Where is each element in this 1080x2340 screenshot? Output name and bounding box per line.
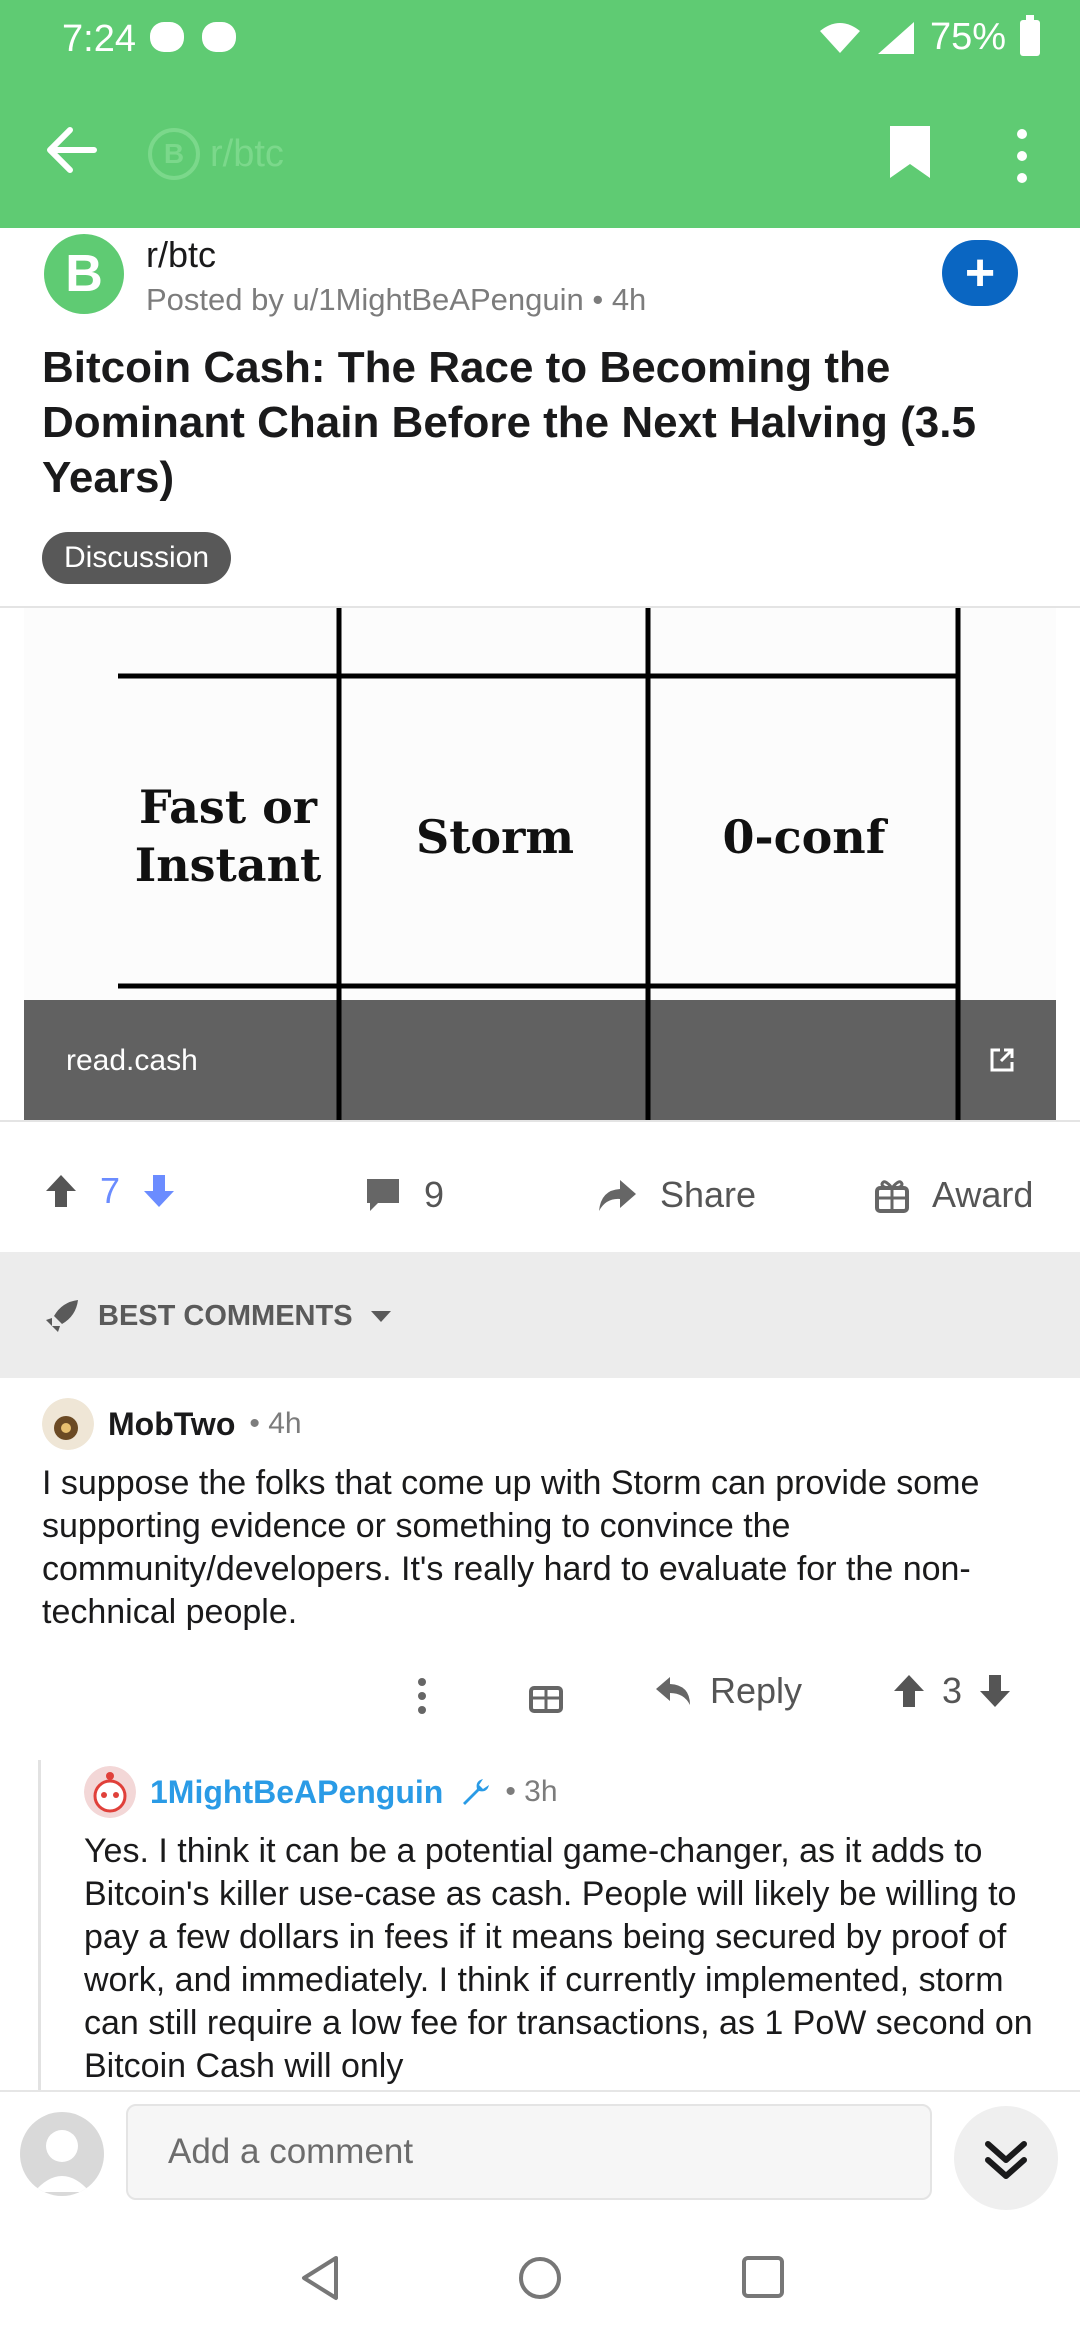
comment-compose-bar: Add a comment	[0, 2090, 1080, 2220]
avatar[interactable]	[42, 1398, 94, 1450]
downvote-icon[interactable]	[978, 1673, 1012, 1709]
preview-lines-overlay	[336, 1000, 961, 1120]
nav-recents-icon[interactable]	[740, 2254, 786, 2300]
status-right: 75%	[818, 14, 1040, 59]
collapse-comments-button[interactable]	[954, 2106, 1058, 2210]
double-chevron-down-icon	[985, 2141, 1027, 2179]
wrench-icon	[463, 1779, 490, 1805]
back-arrow-icon[interactable]	[42, 120, 102, 180]
battery-icon	[1020, 14, 1040, 56]
comment-time: • 3h	[505, 1775, 558, 1808]
reply-label: Reply	[710, 1670, 803, 1711]
avatar[interactable]	[84, 1766, 136, 1818]
bitcoin-icon: B	[148, 128, 200, 180]
comment-author[interactable]: MobTwo	[108, 1406, 235, 1443]
comment-score: 3	[942, 1670, 963, 1711]
comment-body: Yes. I think it can be a potential game-…	[84, 1832, 1033, 2085]
comment-sort-bar[interactable]: BEST COMMENTS	[0, 1252, 1080, 1378]
comments-count: 9	[424, 1174, 445, 1215]
comment-header[interactable]: 1MightBeAPenguin • 3h	[84, 1766, 558, 1818]
line-app-icon	[150, 22, 184, 52]
nav-home-icon[interactable]	[516, 2254, 564, 2302]
chevron-down-icon	[370, 1311, 391, 1322]
award-button[interactable]: Award	[874, 1174, 1033, 1216]
share-button[interactable]: Share	[596, 1174, 756, 1216]
signal-icon	[877, 21, 914, 54]
preview-cell-fast: Fast or Instant	[134, 780, 322, 892]
comment-body: I suppose the folks that come up with St…	[42, 1464, 980, 1631]
comment-actions: Reply 3	[0, 1660, 1080, 1730]
preview-cell-storm: Storm	[415, 810, 575, 864]
post-actions: 7 9 Share Award	[0, 1150, 1080, 1250]
bookmark-icon[interactable]	[888, 124, 932, 180]
battery-percent: 75%	[929, 16, 1006, 58]
comment-icon	[367, 1179, 399, 1211]
comments-button[interactable]: 9	[364, 1174, 444, 1216]
comment-author-op[interactable]: 1MightBeAPenguin	[150, 1774, 443, 1811]
bitcoin-icon: B	[65, 245, 103, 303]
discord-app-icon	[202, 22, 236, 52]
preview-cell-0conf: 0-conf	[722, 810, 886, 864]
downvote-icon[interactable]	[142, 1173, 176, 1209]
reply-icon	[656, 1677, 690, 1705]
subreddit-avatar[interactable]: B	[44, 234, 124, 314]
gift-icon[interactable]	[528, 1676, 564, 1714]
user-placeholder-icon	[34, 2130, 90, 2192]
notification-icons	[150, 22, 236, 52]
post-vote-count: 7	[100, 1170, 121, 1211]
post-title: Bitcoin Cash: The Race to Becoming the D…	[42, 343, 976, 502]
system-nav-bar	[0, 2220, 1080, 2340]
thread-line[interactable]	[38, 1760, 41, 2090]
upvote-icon[interactable]	[892, 1673, 926, 1709]
wifi-icon	[819, 22, 860, 53]
share-label: Share	[660, 1174, 757, 1215]
comment-vote-group: 3	[892, 1670, 1012, 1712]
add-comment-input[interactable]: Add a comment	[126, 2104, 932, 2200]
sort-selector[interactable]: BEST COMMENTS	[42, 1296, 393, 1336]
comment-header[interactable]: MobTwo • 4h	[42, 1398, 302, 1450]
comment-time: • 4h	[249, 1407, 302, 1440]
plus-icon: +	[964, 244, 996, 302]
more-vertical-icon[interactable]	[1004, 126, 1040, 186]
post-meta[interactable]: Posted by u/1MightBeAPenguin • 4h	[146, 282, 646, 318]
sort-label: BEST COMMENTS	[98, 1299, 353, 1332]
award-label: Award	[932, 1174, 1034, 1215]
more-vertical-icon[interactable]	[412, 1676, 432, 1716]
app-header: 7:24 75% B r/btc	[0, 0, 1080, 228]
share-icon	[599, 1180, 636, 1211]
user-avatar[interactable]	[20, 2112, 104, 2196]
status-time: 7:24	[62, 18, 136, 60]
join-button[interactable]: +	[942, 240, 1018, 306]
link-preview[interactable]: Fast or Instant Storm 0-conf read.cash	[0, 606, 1080, 1122]
rocket-icon	[46, 1300, 78, 1332]
vote-group: 7	[44, 1170, 176, 1212]
gift-icon	[875, 1180, 909, 1213]
appbar-subreddit[interactable]: B r/btc	[148, 128, 284, 180]
post-flair: Discussion	[42, 532, 232, 584]
appbar-subreddit-label: r/btc	[210, 132, 284, 175]
upvote-icon[interactable]	[44, 1173, 78, 1209]
reply-button[interactable]: Reply	[654, 1670, 802, 1712]
nav-back-icon[interactable]	[298, 2254, 342, 2302]
post-subreddit[interactable]: r/btc	[146, 234, 216, 276]
